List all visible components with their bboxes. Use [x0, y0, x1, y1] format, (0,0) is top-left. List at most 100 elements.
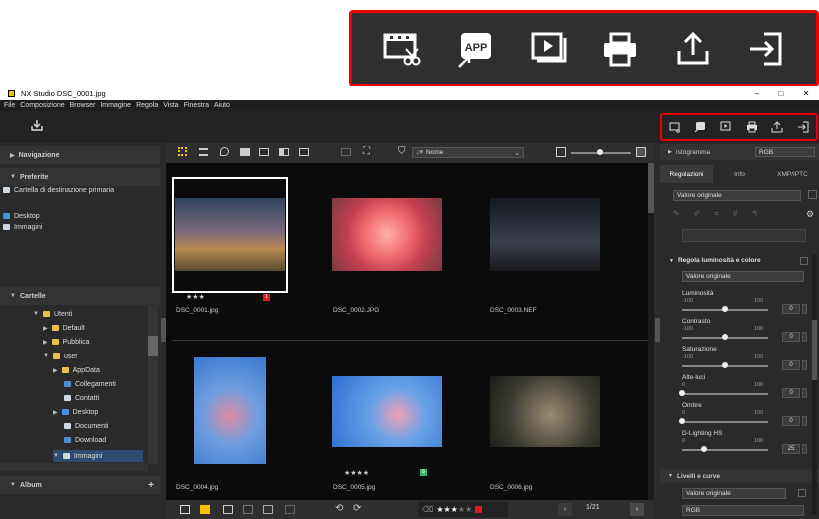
- slideshow-icon-small[interactable]: [720, 121, 732, 133]
- section1-checkbox[interactable]: [800, 257, 808, 265]
- slider-knob[interactable]: [701, 446, 707, 452]
- app-icon-small[interactable]: [694, 121, 706, 133]
- edit-list-field[interactable]: [682, 229, 806, 242]
- album-add-button[interactable]: +: [148, 480, 154, 491]
- slider-value[interactable]: 0: [782, 388, 800, 398]
- tree-user[interactable]: ▼ user: [43, 350, 78, 362]
- slider-stepper[interactable]: [802, 332, 807, 342]
- menu-composizione[interactable]: Composizione: [20, 102, 64, 109]
- rating-5[interactable]: ★★★★: [344, 469, 369, 477]
- tree-appdata[interactable]: ▶ AppData: [53, 364, 100, 376]
- rating-filled[interactable]: ★★★: [436, 505, 458, 514]
- menu-file[interactable]: File: [4, 102, 15, 109]
- next-page-button[interactable]: ›: [630, 503, 644, 516]
- slider-stepper[interactable]: [802, 444, 807, 454]
- menu-immagine[interactable]: Immagine: [100, 102, 131, 109]
- folders-header[interactable]: ▼ Cartelle: [0, 287, 160, 305]
- import-icon[interactable]: [30, 118, 44, 132]
- tree-contatti[interactable]: Contatti: [64, 392, 99, 404]
- minimize-button[interactable]: –: [755, 89, 759, 98]
- favorite-primary-folder[interactable]: Cartella di destinazione primaria: [3, 184, 114, 196]
- thumbnail-image-2[interactable]: [332, 198, 442, 271]
- slider-knob[interactable]: [722, 334, 728, 340]
- slider-value[interactable]: 0: [782, 416, 800, 426]
- print-icon[interactable]: [598, 27, 642, 71]
- upload-icon-small[interactable]: [771, 121, 783, 133]
- rating-bar[interactable]: ⌫ ★★★ ★★: [418, 502, 508, 517]
- tree-download[interactable]: Download: [64, 434, 106, 446]
- menu-aiuto[interactable]: Aiuto: [214, 102, 230, 109]
- edit-movie-icon-small[interactable]: [669, 121, 681, 133]
- display-icon[interactable]: [341, 148, 351, 156]
- slider-track[interactable]: [682, 421, 768, 423]
- app-icon[interactable]: APP: [453, 27, 497, 71]
- grid-overlay-icon[interactable]: [243, 505, 253, 514]
- album-header[interactable]: ▼ Album +: [0, 476, 160, 494]
- slider-track[interactable]: [682, 449, 768, 451]
- tree-desktop[interactable]: ▶ Desktop: [53, 406, 98, 418]
- slider-knob[interactable]: [722, 362, 728, 368]
- tree-pubblica[interactable]: ▶ Pubblica: [43, 336, 89, 348]
- section2-channel-select[interactable]: RGB: [682, 505, 804, 516]
- crop-icon[interactable]: ⌗: [714, 209, 719, 221]
- prev-page-button[interactable]: ‹: [558, 503, 572, 516]
- tree-documenti[interactable]: Documenti: [64, 420, 108, 432]
- close-button[interactable]: ✕: [803, 89, 810, 98]
- tab-regolazioni[interactable]: Regolazioni: [660, 165, 713, 183]
- menu-vista[interactable]: Vista: [163, 102, 178, 109]
- slider-knob[interactable]: [722, 306, 728, 312]
- menu-browser[interactable]: Browser: [70, 102, 96, 109]
- slider-value[interactable]: 0: [782, 360, 800, 370]
- sort-select[interactable]: ↓≡ Nome ⌄: [412, 147, 524, 158]
- slider-value[interactable]: 25: [782, 444, 800, 454]
- thumb-small-icon[interactable]: [556, 147, 566, 157]
- compare-view-icon[interactable]: [279, 148, 289, 156]
- label-red[interactable]: [475, 506, 483, 513]
- export-icon-small[interactable]: [797, 121, 809, 133]
- slider-track[interactable]: [682, 393, 768, 395]
- folder-scrollbar[interactable]: [148, 306, 158, 464]
- histogram-overlay-icon[interactable]: [285, 505, 295, 514]
- thumbnail-image-4[interactable]: [194, 357, 266, 464]
- label-5[interactable]: 6: [420, 469, 427, 476]
- rating-empty[interactable]: ★★: [458, 505, 472, 514]
- histogram-header[interactable]: ▶ Istogramma RGB: [660, 144, 819, 160]
- section1-preset-select[interactable]: Valore originale: [682, 271, 804, 282]
- slider-stepper[interactable]: [802, 416, 807, 426]
- levels-section-header[interactable]: ▼ Livelli e curve: [660, 469, 819, 483]
- menu-regola[interactable]: Regola: [136, 102, 158, 109]
- thumbnail-image-6[interactable]: [490, 376, 600, 447]
- print-icon-small[interactable]: [746, 121, 758, 133]
- preset-select[interactable]: Valore originale: [673, 190, 801, 201]
- export-icon[interactable]: [744, 27, 788, 71]
- section2-checkbox[interactable]: [798, 489, 806, 497]
- grid-view-icon[interactable]: [178, 147, 187, 156]
- compare2-view-icon[interactable]: [299, 148, 309, 156]
- filmstrip-view-icon[interactable]: [259, 148, 269, 156]
- select-tool-icon[interactable]: [200, 505, 210, 514]
- rotate-right-icon[interactable]: ⟳: [353, 503, 361, 514]
- section2-preset-select[interactable]: Valore originale: [682, 488, 786, 499]
- thumbnail-image-1[interactable]: [175, 198, 285, 271]
- split-overlay-icon[interactable]: [263, 505, 273, 514]
- reset-icon[interactable]: ↰: [751, 209, 758, 221]
- slider-stepper[interactable]: [802, 360, 807, 370]
- tree-immagini[interactable]: ▼ Immagini: [53, 450, 143, 462]
- slider-value[interactable]: 0: [782, 332, 800, 342]
- slider-stepper[interactable]: [802, 388, 807, 398]
- label-1[interactable]: 1: [263, 294, 270, 301]
- brush-icon[interactable]: ✐: [694, 209, 701, 221]
- info-overlay-icon[interactable]: [223, 505, 233, 514]
- single-view-icon[interactable]: [240, 148, 250, 156]
- edit-movie-icon[interactable]: [380, 27, 424, 71]
- favorite-images[interactable]: Immagini: [3, 221, 42, 233]
- slideshow-icon[interactable]: [526, 27, 570, 71]
- brightness-section-header[interactable]: ▼ Regola luminosità e colore: [665, 257, 819, 264]
- straighten-icon[interactable]: #: [733, 209, 737, 221]
- fit-icon[interactable]: ⛶: [363, 146, 370, 157]
- thumb-large-icon[interactable]: [636, 147, 646, 157]
- gear-icon[interactable]: ⚙: [806, 209, 814, 220]
- folder-hscrollbar[interactable]: [0, 463, 148, 471]
- slider-knob[interactable]: [679, 418, 685, 424]
- slider-knob[interactable]: [679, 390, 685, 396]
